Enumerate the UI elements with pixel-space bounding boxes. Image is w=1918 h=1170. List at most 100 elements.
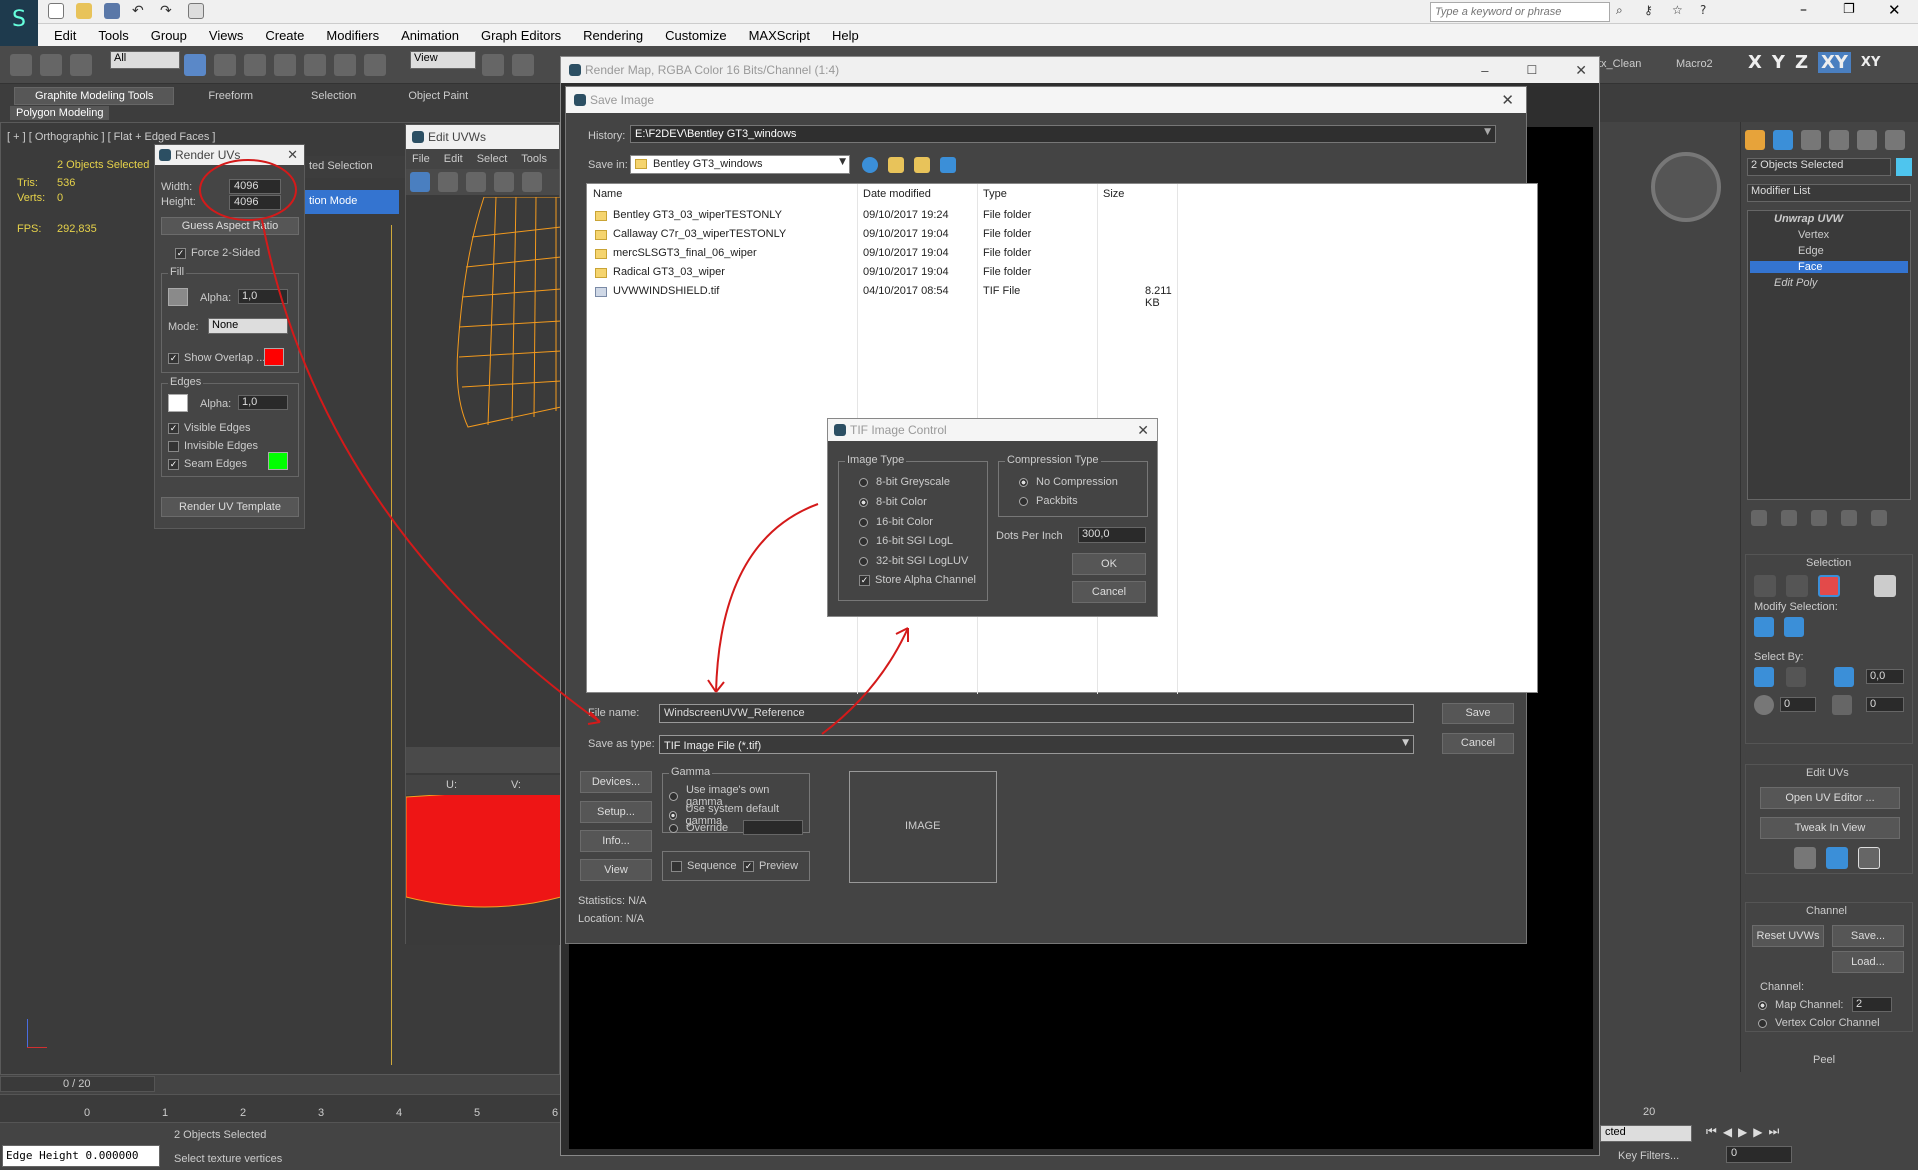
guess-aspect-button[interactable]: Guess Aspect Ratio: [161, 217, 299, 235]
select-spinner-a[interactable]: 0: [1780, 697, 1816, 712]
reset-peel-icon[interactable]: [1858, 847, 1880, 869]
col-date[interactable]: Date modified: [863, 188, 931, 200]
object-name-field[interactable]: 2 Objects Selected: [1747, 158, 1891, 176]
menu-item[interactable]: Help: [832, 28, 859, 43]
compression-packbits-radio[interactable]: Packbits: [1019, 495, 1078, 507]
show-overlap-checkbox[interactable]: ✓ Show Overlap ...: [168, 352, 265, 364]
peel-rollout-title[interactable]: Peel: [1813, 1054, 1835, 1066]
uv-rotate-icon[interactable]: [438, 172, 458, 192]
open-file-icon[interactable]: [76, 3, 92, 19]
setup-button[interactable]: Setup...: [580, 801, 652, 823]
edge-color-swatch[interactable]: [168, 394, 188, 412]
viewport-label[interactable]: [ + ] [ Orthographic ] [ Flat + Edged Fa…: [7, 131, 216, 143]
menu-item[interactable]: Graph Editors: [481, 28, 561, 43]
modify-tab-icon[interactable]: [1773, 130, 1793, 150]
chevron-down-icon[interactable]: ▼: [1484, 127, 1491, 137]
minimize-icon[interactable]: –: [1800, 2, 1807, 18]
height-spinner[interactable]: 4096: [229, 195, 281, 210]
redo-icon[interactable]: ↷: [160, 3, 176, 19]
tweak-in-view-button[interactable]: Tweak In View: [1760, 817, 1900, 839]
new-file-icon[interactable]: [48, 3, 64, 19]
uv-menu-edit[interactable]: Edit: [444, 153, 463, 165]
edit-uvs-rollout-title[interactable]: Edit UVs: [1806, 767, 1849, 779]
uv-move-icon[interactable]: [410, 172, 430, 192]
show-end-result-icon[interactable]: [1781, 510, 1797, 526]
stack-item-edit-poly[interactable]: Edit Poly: [1774, 277, 1817, 289]
menu-item[interactable]: MAXScript: [749, 28, 810, 43]
window-crossing-icon[interactable]: [274, 54, 296, 76]
cancel-button[interactable]: Cancel: [1442, 733, 1514, 754]
image-type-32bit-logluv[interactable]: 32-bit SGI LogLUV: [859, 555, 968, 567]
save-in-dropdown[interactable]: Bentley GT3_windows ▼: [630, 155, 850, 174]
stack-item-vertex[interactable]: Vertex: [1798, 229, 1829, 241]
image-type-16bit-logl[interactable]: 16-bit SGI LogL: [859, 535, 953, 547]
view-menu-icon[interactable]: [940, 157, 956, 173]
vertex-color-radio[interactable]: Vertex Color Channel: [1758, 1017, 1880, 1029]
close-icon[interactable]: ✕: [1501, 91, 1514, 109]
move-icon[interactable]: [304, 54, 326, 76]
col-type[interactable]: Type: [983, 188, 1007, 200]
view-button[interactable]: View: [580, 859, 652, 881]
uv-menu-tools[interactable]: Tools: [521, 153, 547, 165]
map-channel-radio[interactable]: Map Channel:: [1758, 999, 1844, 1011]
menu-item[interactable]: Create: [265, 28, 304, 43]
edge-mode-icon[interactable]: [1786, 575, 1808, 597]
select-grid-icon[interactable]: [1832, 695, 1852, 715]
next-frame-icon[interactable]: ▶: [1753, 1125, 1762, 1139]
bind-spacewarp-icon[interactable]: [70, 54, 92, 76]
uv-menu-file[interactable]: File: [412, 153, 430, 165]
uv-mirror-icon[interactable]: [522, 172, 542, 192]
overlap-color-swatch[interactable]: [264, 348, 284, 366]
star-icon[interactable]: ☆: [1672, 3, 1690, 21]
save-button[interactable]: Save: [1442, 703, 1514, 724]
reference-coord-dropdown[interactable]: View: [410, 51, 476, 69]
file-name-input[interactable]: WindscreenUVW_Reference: [659, 704, 1414, 723]
undo-icon[interactable]: ↶: [132, 3, 148, 19]
force-2-sided-checkbox[interactable]: ✓ Force 2-Sided: [175, 247, 260, 259]
selection-filter-dropdown[interactable]: All: [110, 51, 180, 69]
peel-mode-icon[interactable]: [1794, 847, 1816, 869]
file-row[interactable]: Callaway C7r_03_wiperTESTONLY 09/10/2017…: [587, 225, 1187, 244]
modifier-stack[interactable]: Unwrap UVW Vertex Edge Face Edit Poly: [1747, 210, 1911, 500]
object-color-swatch[interactable]: [1896, 158, 1912, 176]
file-row[interactable]: UVWWINDSHIELD.tif 04/10/2017 08:54 TIF F…: [587, 282, 1187, 309]
file-row[interactable]: Bentley GT3_03_wiperTESTONLY 09/10/2017 …: [587, 206, 1187, 225]
close-icon[interactable]: ✕: [1888, 1, 1901, 19]
key-icon[interactable]: ⚷: [1644, 3, 1662, 21]
history-dropdown[interactable]: E:\F2DEV\Bentley GT3_windows ▼: [630, 125, 1496, 143]
mode-dropdown[interactable]: None: [208, 318, 288, 334]
track-bar[interactable]: 0 1 2 3 4 5 6: [0, 1094, 560, 1122]
channel-save-button[interactable]: Save...: [1832, 925, 1904, 947]
fill-color-swatch[interactable]: [168, 288, 188, 306]
select-manipulate-icon[interactable]: [512, 54, 534, 76]
uv-selection-tab[interactable]: ted Selection: [309, 160, 373, 172]
col-name[interactable]: Name: [593, 188, 622, 200]
tab-freeform[interactable]: Freeform: [174, 88, 287, 104]
info-button[interactable]: Info...: [580, 830, 652, 852]
map-channel-spinner[interactable]: 2: [1852, 997, 1892, 1012]
select-object-icon[interactable]: [184, 54, 206, 76]
minimize-icon[interactable]: –: [1481, 63, 1488, 78]
axis-xy-plane-button[interactable]: XY: [1861, 55, 1880, 70]
menu-item[interactable]: Modifiers: [326, 28, 379, 43]
devices-button[interactable]: Devices...: [580, 771, 652, 793]
time-slider[interactable]: 0 / 20: [0, 1076, 155, 1092]
sequence-checkbox[interactable]: Sequence: [671, 860, 737, 872]
up-folder-icon[interactable]: [888, 157, 904, 173]
create-tab-icon[interactable]: [1745, 130, 1765, 150]
make-unique-icon[interactable]: [1811, 510, 1827, 526]
open-uv-editor-button[interactable]: Open UV Editor ...: [1760, 787, 1900, 809]
maxscript-listener[interactable]: Edge Height 0.000000: [2, 1145, 160, 1167]
fill-alpha-spinner[interactable]: 1,0: [238, 289, 288, 304]
tab-graphite[interactable]: Graphite Modeling Tools: [14, 87, 175, 105]
planar-angle-spinner[interactable]: 0,0: [1866, 669, 1904, 684]
hierarchy-tab-icon[interactable]: [1801, 130, 1821, 150]
uv-freeform-icon[interactable]: [494, 172, 514, 192]
configure-sets-icon[interactable]: [1871, 510, 1887, 526]
select-overlap-icon[interactable]: [1754, 695, 1774, 715]
unlink-icon[interactable]: [40, 54, 62, 76]
seam-color-swatch[interactable]: [268, 452, 288, 470]
go-end-icon[interactable]: ⏭: [1769, 1124, 1780, 1139]
prev-frame-icon[interactable]: ◀: [1723, 1125, 1732, 1139]
go-start-icon[interactable]: ⏮: [1706, 1124, 1717, 1139]
